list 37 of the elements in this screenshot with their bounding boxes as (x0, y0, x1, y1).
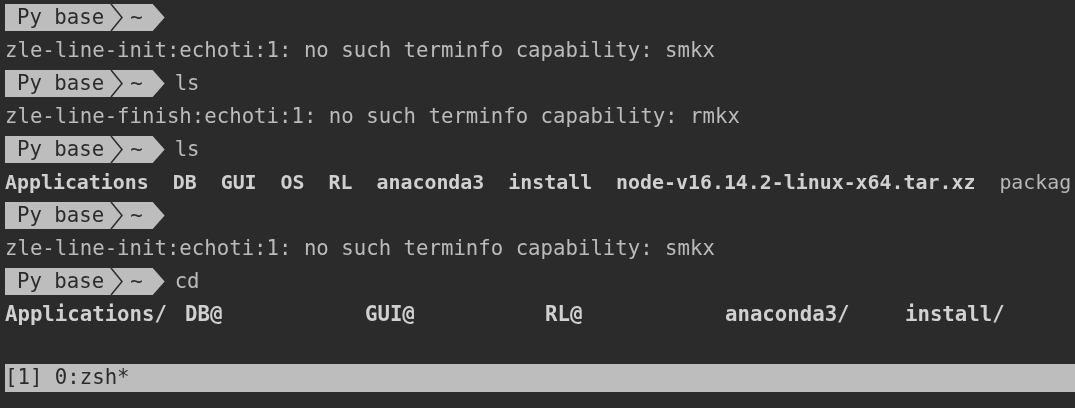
file-name: DB (172, 169, 197, 196)
environment-label: Py base (17, 268, 105, 295)
chevron-icon (110, 136, 125, 163)
file-name: RL (328, 169, 353, 196)
environment-label: Py base (17, 202, 105, 229)
chevron-icon (110, 268, 125, 295)
file-name: DB@ (185, 301, 223, 326)
output-text: zle-line-init:echoti:1: no such terminfo capability: smkx (5, 36, 715, 64)
directory-label: ~ (130, 136, 143, 163)
file-name: GUI@ (365, 301, 415, 326)
file-name: packag (999, 169, 1072, 196)
command-text: cd (174, 267, 200, 295)
window-label[interactable]: [1] 0:zsh* (5, 362, 130, 394)
output-text: zle-line-finish:echoti:1: no such terminfo capability: rmkx (5, 102, 740, 130)
file-name: node-v16.14.2-linux-x64.tar.xz (616, 169, 976, 196)
file-name: anaconda3/ (725, 301, 850, 326)
file-name: install (508, 169, 593, 196)
environment-label: Py base (17, 4, 105, 31)
directory-label: ~ (130, 268, 143, 295)
file-name: Applications/ (5, 301, 167, 326)
environment-label: Py base (17, 70, 105, 97)
command-text: ls (174, 135, 200, 163)
command-text: ls (174, 69, 200, 97)
directory-label: ~ (130, 202, 143, 229)
chevron-icon (110, 4, 125, 31)
file-name: install/ (905, 301, 1005, 326)
chevron-icon (110, 202, 125, 229)
output-text: zle-line-init:echoti:1: no such terminfo capability: smkx (5, 234, 715, 262)
file-name: RL@ (545, 301, 583, 326)
file-name: OS (280, 169, 305, 196)
chevron-icon (110, 70, 125, 97)
environment-label: Py base (17, 136, 105, 163)
file-name: anaconda3 (376, 169, 485, 196)
directory-label: ~ (130, 4, 143, 31)
directory-label: ~ (130, 70, 143, 97)
file-name: GUI (220, 169, 257, 196)
file-name: Applications (5, 169, 149, 196)
